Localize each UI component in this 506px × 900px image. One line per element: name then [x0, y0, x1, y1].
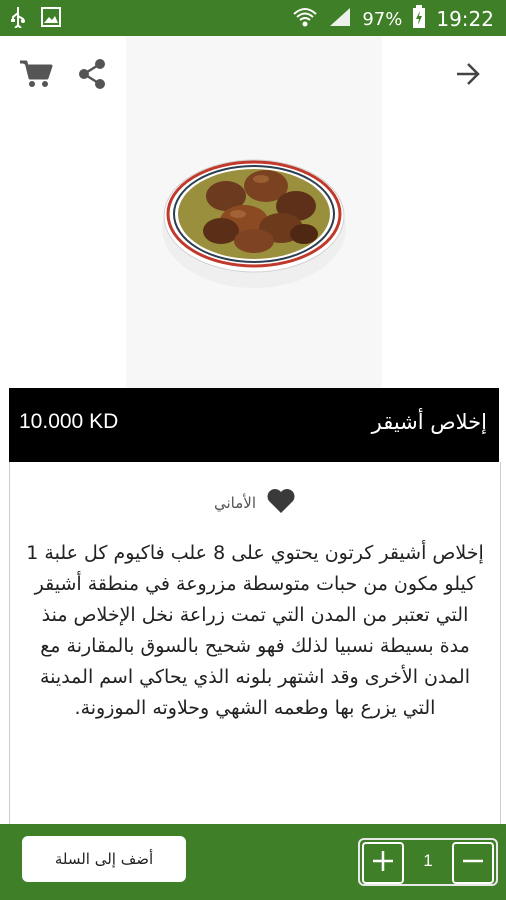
quantity-stepper: 1	[358, 838, 498, 886]
status-bar: 97% 19:22	[0, 0, 506, 36]
minus-icon	[461, 849, 485, 877]
plus-icon	[371, 849, 395, 877]
product-title: إخلاص أشيقر	[371, 410, 487, 434]
add-to-cart-button[interactable]: أضف إلى السلة	[22, 836, 186, 882]
product-image-area	[0, 36, 506, 388]
wishlist-label: الأماني	[213, 494, 256, 512]
share-button[interactable]	[72, 56, 112, 96]
battery-percent: 97%	[362, 8, 403, 30]
share-icon	[78, 59, 106, 93]
back-button[interactable]	[448, 56, 488, 96]
wifi-icon	[292, 6, 318, 32]
arrow-right-icon	[455, 62, 481, 90]
decrease-button[interactable]	[452, 842, 494, 884]
battery-icon	[412, 5, 426, 33]
cart-button[interactable]	[16, 56, 56, 96]
quantity-value: 1	[423, 851, 433, 870]
product-description: إخلاص أشيقر كرتون يحتوي على 8 علب فاكيوم…	[26, 542, 484, 719]
bottom-action-bar: أضف إلى السلة 1	[0, 824, 506, 900]
heart-icon[interactable]	[266, 488, 296, 518]
product-price: 10.000 KD	[19, 410, 119, 433]
wishlist-row[interactable]: الأماني	[10, 488, 500, 518]
image-notification-icon	[40, 6, 62, 32]
status-time: 19:22	[436, 7, 494, 31]
product-title-bar: 10.000 KD إخلاص أشيقر	[9, 388, 499, 462]
signal-icon	[328, 6, 352, 32]
product-details: الأماني إخلاص أشيقر كرتون يحتوي على 8 عل…	[9, 462, 501, 824]
product-photo	[126, 36, 382, 388]
cart-icon	[19, 59, 53, 93]
increase-button[interactable]	[362, 842, 404, 884]
usb-icon	[10, 6, 26, 32]
